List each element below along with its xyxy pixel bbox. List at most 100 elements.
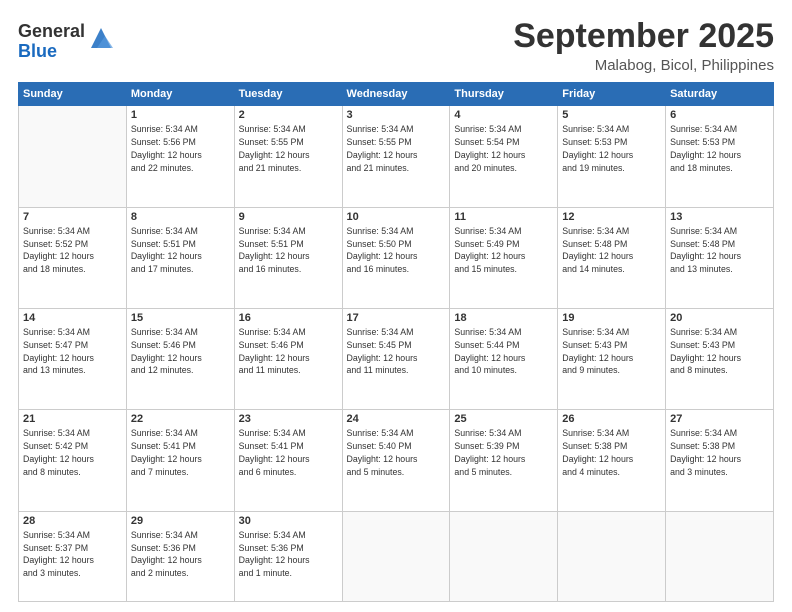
- table-row: 26Sunrise: 5:34 AM Sunset: 5:38 PM Dayli…: [558, 410, 666, 511]
- day-number: 18: [454, 312, 553, 324]
- day-number: 11: [454, 211, 553, 223]
- table-row: 13 Sunrise: 5:34 AM Sunset: 5:48 PM Dayli…: [666, 207, 774, 308]
- table-row: 8 Sunrise: 5:34 AM Sunset: 5:51 PM Daylig…: [126, 207, 234, 308]
- day-number: 16: [239, 312, 338, 324]
- table-row: 22 Sunrise: 5:34 AM Sunset: 5:41 PM Dayli…: [126, 410, 234, 511]
- day-number: 30: [239, 515, 338, 527]
- day-number: 10: [347, 211, 446, 223]
- month-title: September 2025: [513, 18, 774, 55]
- table-row: 21 Sunrise: 5:34 AM Sunset: 5:42 PM Dayli…: [19, 410, 127, 511]
- table-row: 28 Sunrise: 5:34 AM Sunset: 5:37 PM Dayli…: [19, 511, 127, 601]
- day-number: 9: [239, 211, 338, 223]
- location: Malabog, Bicol, Philippines: [513, 57, 774, 74]
- day-info: Sunrise: 5:34 AM Sunset: 5:55 PM Dayligh…: [239, 123, 338, 174]
- table-row: [19, 106, 127, 207]
- day-info: Sunrise: 5:34 AM Sunset: 5:40 PM Dayligh…: [347, 427, 446, 478]
- day-number: 23: [239, 413, 338, 425]
- table-row: 4Sunrise: 5:34 AM Sunset: 5:54 PM Daylig…: [450, 106, 558, 207]
- table-row: 2 Sunrise: 5:34 AM Sunset: 5:55 PM Daylig…: [234, 106, 342, 207]
- day-info: Sunrise: 5:34 AM Sunset: 5:41 PM Dayligh…: [131, 427, 230, 478]
- col-wednesday: Wednesday: [342, 83, 450, 106]
- day-number: 8: [131, 211, 230, 223]
- table-row: 10 Sunrise: 5:34 AM Sunset: 5:50 PM Dayli…: [342, 207, 450, 308]
- table-row: 23 Sunrise: 5:34 AM Sunset: 5:41 PM Dayli…: [234, 410, 342, 511]
- table-row: 9 Sunrise: 5:34 AM Sunset: 5:51 PM Daylig…: [234, 207, 342, 308]
- page: General Blue September 2025 Malabog, Bic…: [0, 0, 792, 612]
- day-info: Sunrise: 5:34 AM Sunset: 5:56 PM Dayligh…: [131, 123, 230, 174]
- table-row: 12Sunrise: 5:34 AM Sunset: 5:48 PM Dayli…: [558, 207, 666, 308]
- table-row: 19Sunrise: 5:34 AM Sunset: 5:43 PM Dayli…: [558, 309, 666, 410]
- table-row: 30Sunrise: 5:34 AM Sunset: 5:36 PM Dayli…: [234, 511, 342, 601]
- day-info: Sunrise: 5:34 AM Sunset: 5:38 PM Dayligh…: [670, 427, 769, 478]
- day-info: Sunrise: 5:34 AM Sunset: 5:55 PM Dayligh…: [347, 123, 446, 174]
- day-info: Sunrise: 5:34 AM Sunset: 5:54 PM Dayligh…: [454, 123, 553, 174]
- logo-text: General Blue: [18, 22, 85, 62]
- col-friday: Friday: [558, 83, 666, 106]
- day-info: Sunrise: 5:34 AM Sunset: 5:46 PM Dayligh…: [239, 326, 338, 377]
- day-number: 13: [670, 211, 769, 223]
- table-row: 15Sunrise: 5:34 AM Sunset: 5:46 PM Dayli…: [126, 309, 234, 410]
- day-info: Sunrise: 5:34 AM Sunset: 5:42 PM Dayligh…: [23, 427, 122, 478]
- table-row: [666, 511, 774, 601]
- day-number: 15: [131, 312, 230, 324]
- table-row: 25 Sunrise: 5:34 AM Sunset: 5:39 PM Dayli…: [450, 410, 558, 511]
- day-info: Sunrise: 5:34 AM Sunset: 5:49 PM Dayligh…: [454, 225, 553, 276]
- day-number: 17: [347, 312, 446, 324]
- table-row: 20 Sunrise: 5:34 AM Sunset: 5:43 PM Dayli…: [666, 309, 774, 410]
- day-number: 5: [562, 109, 661, 121]
- col-tuesday: Tuesday: [234, 83, 342, 106]
- day-number: 28: [23, 515, 122, 527]
- day-number: 6: [670, 109, 769, 121]
- day-info: Sunrise: 5:34 AM Sunset: 5:43 PM Dayligh…: [562, 326, 661, 377]
- day-info: Sunrise: 5:34 AM Sunset: 5:53 PM Dayligh…: [562, 123, 661, 174]
- table-row: [342, 511, 450, 601]
- day-info: Sunrise: 5:34 AM Sunset: 5:51 PM Dayligh…: [131, 225, 230, 276]
- day-number: 26: [562, 413, 661, 425]
- day-number: 2: [239, 109, 338, 121]
- day-number: 20: [670, 312, 769, 324]
- day-info: Sunrise: 5:34 AM Sunset: 5:53 PM Dayligh…: [670, 123, 769, 174]
- table-row: 16 Sunrise: 5:34 AM Sunset: 5:46 PM Dayli…: [234, 309, 342, 410]
- col-thursday: Thursday: [450, 83, 558, 106]
- day-number: 27: [670, 413, 769, 425]
- day-info: Sunrise: 5:34 AM Sunset: 5:37 PM Dayligh…: [23, 529, 122, 580]
- calendar: Sunday Monday Tuesday Wednesday Thursday…: [18, 82, 774, 602]
- day-info: Sunrise: 5:34 AM Sunset: 5:51 PM Dayligh…: [239, 225, 338, 276]
- day-info: Sunrise: 5:34 AM Sunset: 5:39 PM Dayligh…: [454, 427, 553, 478]
- day-info: Sunrise: 5:34 AM Sunset: 5:41 PM Dayligh…: [239, 427, 338, 478]
- day-info: Sunrise: 5:34 AM Sunset: 5:36 PM Dayligh…: [131, 529, 230, 580]
- table-row: [558, 511, 666, 601]
- day-info: Sunrise: 5:34 AM Sunset: 5:43 PM Dayligh…: [670, 326, 769, 377]
- day-number: 24: [347, 413, 446, 425]
- col-monday: Monday: [126, 83, 234, 106]
- day-info: Sunrise: 5:34 AM Sunset: 5:47 PM Dayligh…: [23, 326, 122, 377]
- table-row: 14 Sunrise: 5:34 AM Sunset: 5:47 PM Dayli…: [19, 309, 127, 410]
- day-number: 25: [454, 413, 553, 425]
- logo: General Blue: [18, 22, 115, 62]
- logo-icon: [87, 24, 115, 52]
- top-section: General Blue September 2025 Malabog, Bic…: [18, 18, 774, 74]
- table-row: 17Sunrise: 5:34 AM Sunset: 5:45 PM Dayli…: [342, 309, 450, 410]
- day-info: Sunrise: 5:34 AM Sunset: 5:44 PM Dayligh…: [454, 326, 553, 377]
- day-number: 21: [23, 413, 122, 425]
- day-number: 7: [23, 211, 122, 223]
- logo-general: General: [18, 22, 85, 42]
- logo-blue: Blue: [18, 42, 85, 62]
- table-row: 11 Sunrise: 5:34 AM Sunset: 5:49 PM Dayli…: [450, 207, 558, 308]
- table-row: 18 Sunrise: 5:34 AM Sunset: 5:44 PM Dayli…: [450, 309, 558, 410]
- day-info: Sunrise: 5:34 AM Sunset: 5:48 PM Dayligh…: [670, 225, 769, 276]
- day-info: Sunrise: 5:34 AM Sunset: 5:50 PM Dayligh…: [347, 225, 446, 276]
- day-number: 14: [23, 312, 122, 324]
- day-number: 3: [347, 109, 446, 121]
- table-row: 6 Sunrise: 5:34 AM Sunset: 5:53 PM Daylig…: [666, 106, 774, 207]
- day-number: 22: [131, 413, 230, 425]
- day-info: Sunrise: 5:34 AM Sunset: 5:48 PM Dayligh…: [562, 225, 661, 276]
- table-row: 7Sunrise: 5:34 AM Sunset: 5:52 PM Daylig…: [19, 207, 127, 308]
- table-row: 3 Sunrise: 5:34 AM Sunset: 5:55 PM Daylig…: [342, 106, 450, 207]
- table-row: 24 Sunrise: 5:34 AM Sunset: 5:40 PM Dayli…: [342, 410, 450, 511]
- table-row: [450, 511, 558, 601]
- day-number: 1: [131, 109, 230, 121]
- header-right: September 2025 Malabog, Bicol, Philippin…: [513, 18, 774, 74]
- calendar-header-row: Sunday Monday Tuesday Wednesday Thursday…: [19, 83, 774, 106]
- col-saturday: Saturday: [666, 83, 774, 106]
